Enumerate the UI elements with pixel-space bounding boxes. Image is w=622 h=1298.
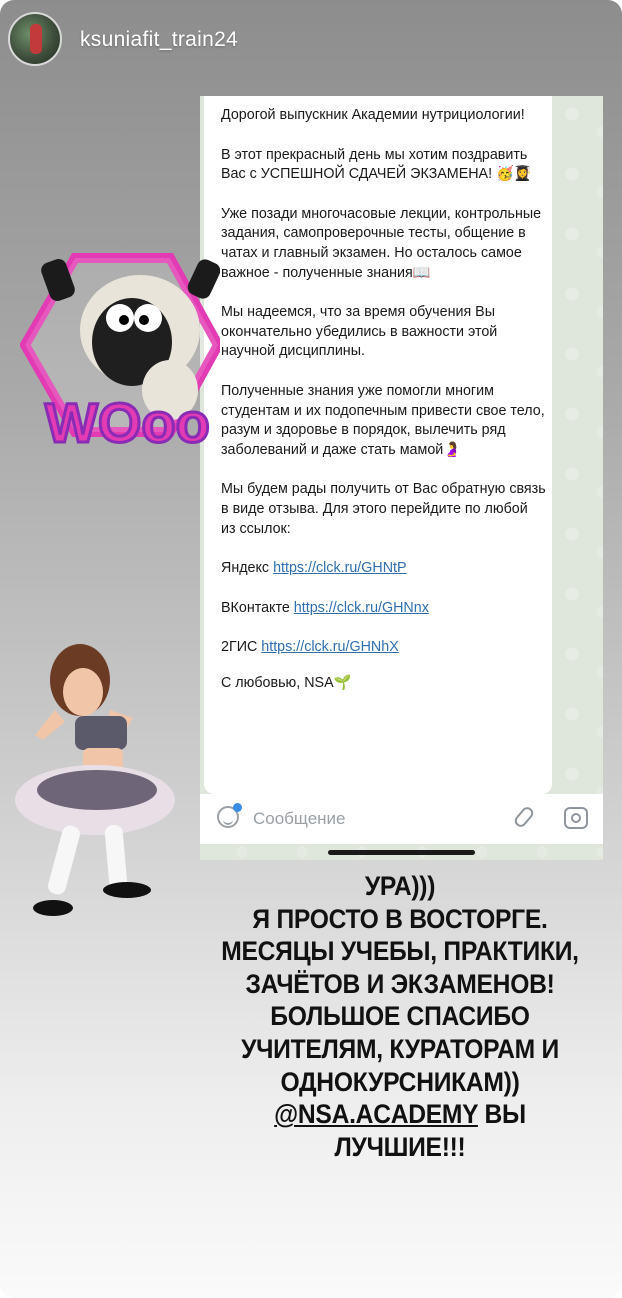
profile-avatar[interactable] <box>8 12 62 66</box>
message-input-bar: Сообщение <box>200 794 603 844</box>
username-label[interactable]: ksuniafit_train24 <box>80 28 238 52</box>
link-row-vk: ВКонтакте https://clck.ru/GHNnx <box>221 599 546 619</box>
story-header: ksuniafit_train24 <box>0 0 622 90</box>
link-row-yandex: Яндекс https://clck.ru/GHNtP <box>221 559 546 579</box>
girl-right-shoe <box>103 882 151 898</box>
caption-line: ЗАЧЁТОВ И ЭКЗАМЕНОВ! <box>245 968 555 999</box>
caption-line: Я ПРОСТО В ВОСТОРГЕ. <box>252 903 548 934</box>
home-indicator <box>328 850 475 855</box>
message-paragraph: Мы надеемся, что за время обучения Вы ок… <box>221 304 498 360</box>
message-paragraph: Полученные знания уже помогли многим сту… <box>221 382 545 458</box>
dancing-girl-sticker <box>15 644 175 916</box>
sheep-pupil-left <box>119 315 129 325</box>
account-mention[interactable]: @NSA.ACADEMY <box>274 1099 478 1129</box>
girl-skirt <box>37 770 157 810</box>
caption-line: УЧИТЕЛЯМ, КУРАТОРАМ И <box>241 1033 559 1064</box>
signature-row: С любовью, NSA🌱 <box>221 674 546 694</box>
sheep-sticker: WOoo <box>20 253 220 456</box>
caption-mention-line: @NSA.ACADEMY ВЫ <box>205 1098 596 1131</box>
caption-line: ОДНОКУРСНИКАМ)) <box>280 1066 520 1097</box>
sprout-icon: 🌱 <box>333 674 352 691</box>
2gis-link[interactable]: https://clck.ru/GHNhX <box>261 639 398 655</box>
wooo-text: WOoo <box>45 391 210 454</box>
story-caption: УРА))) Я ПРОСТО В ВОСТОРГЕ. МЕСЯЦЫ УЧЕБЫ… <box>205 870 596 1163</box>
girl-left-leg <box>48 825 80 895</box>
girl-left-arm <box>35 710 65 740</box>
caption-line: МЕСЯЦЫ УЧЕБЫ, ПРАКТИКИ, <box>221 936 579 967</box>
girl-face <box>63 668 103 716</box>
link-label: ВКонтакте <box>221 599 290 616</box>
sheep-pupil-right <box>139 315 149 325</box>
message-paragraph: Мы будем рады получить от Вас обратную с… <box>221 481 546 537</box>
camera-icon[interactable] <box>564 807 588 829</box>
signature: С любовью, NSA <box>221 674 334 691</box>
caption-line: УРА))) <box>364 871 436 901</box>
message-paragraph: Уже позади многочасовые лекции, контроль… <box>221 205 542 281</box>
vk-link[interactable]: https://clck.ru/GHNnx <box>294 600 429 616</box>
caption-line: БОЛЬШОЕ СПАСИБО <box>270 1001 530 1032</box>
link-label: Яндекс <box>221 560 270 577</box>
chat-screenshot: Дорогой выпускник Академии нутрициологии… <box>200 96 603 860</box>
yandex-link[interactable]: https://clck.ru/GHNtP <box>273 560 406 576</box>
avatar-figure <box>30 24 42 54</box>
message-paragraph: Дорогой выпускник Академии нутрициологии… <box>221 107 525 123</box>
caption-line: ЛУЧШИЕ!!! <box>334 1131 466 1162</box>
link-label: 2ГИС <box>221 639 258 656</box>
message-bubble: Дорогой выпускник Академии нутрициологии… <box>204 96 552 794</box>
message-input[interactable]: Сообщение <box>253 809 346 829</box>
caption-text: ВЫ <box>477 1099 526 1130</box>
notification-dot <box>233 803 242 812</box>
girl-left-shoe <box>33 900 73 916</box>
girl-top <box>75 716 127 750</box>
paperclip-icon[interactable] <box>512 804 536 830</box>
link-row-2gis: 2ГИС https://clck.ru/GHNhX <box>221 638 546 658</box>
message-paragraph: В этот прекрасный день мы хотим поздрави… <box>221 146 532 183</box>
girl-right-leg <box>104 825 128 890</box>
message-text: Дорогой выпускник Академии нутрициологии… <box>221 106 546 713</box>
story-frame: ksuniafit_train24 Дорогой выпускник Акад… <box>0 0 622 1298</box>
